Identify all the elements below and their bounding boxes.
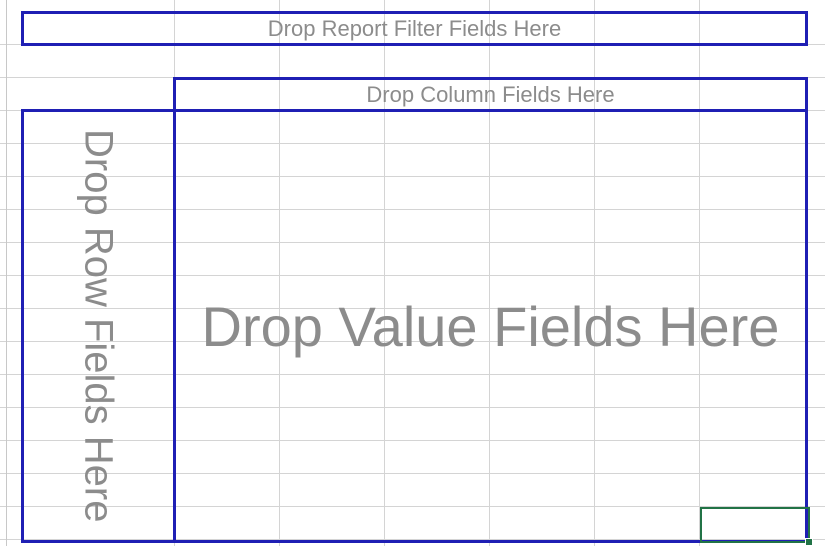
value-fields-drop-label: Drop Value Fields Here <box>201 294 780 358</box>
value-fields-drop-zone[interactable]: Drop Value Fields Here <box>173 109 808 543</box>
row-fields-drop-label: Drop Row Fields Here <box>76 129 121 523</box>
column-divider <box>6 0 7 546</box>
column-fields-drop-label: Drop Column Fields Here <box>366 81 615 107</box>
report-filter-drop-zone[interactable]: Drop Report Filter Fields Here <box>21 11 808 46</box>
report-filter-drop-label: Drop Report Filter Fields Here <box>267 15 562 41</box>
selected-cell[interactable] <box>700 507 813 546</box>
fill-handle[interactable] <box>805 538 813 546</box>
spreadsheet-grid[interactable]: Drop Report Filter Fields Here Drop Colu… <box>0 0 825 546</box>
row-fields-drop-zone[interactable]: Drop Row Fields Here <box>21 109 176 543</box>
column-fields-drop-zone[interactable]: Drop Column Fields Here <box>173 77 808 112</box>
